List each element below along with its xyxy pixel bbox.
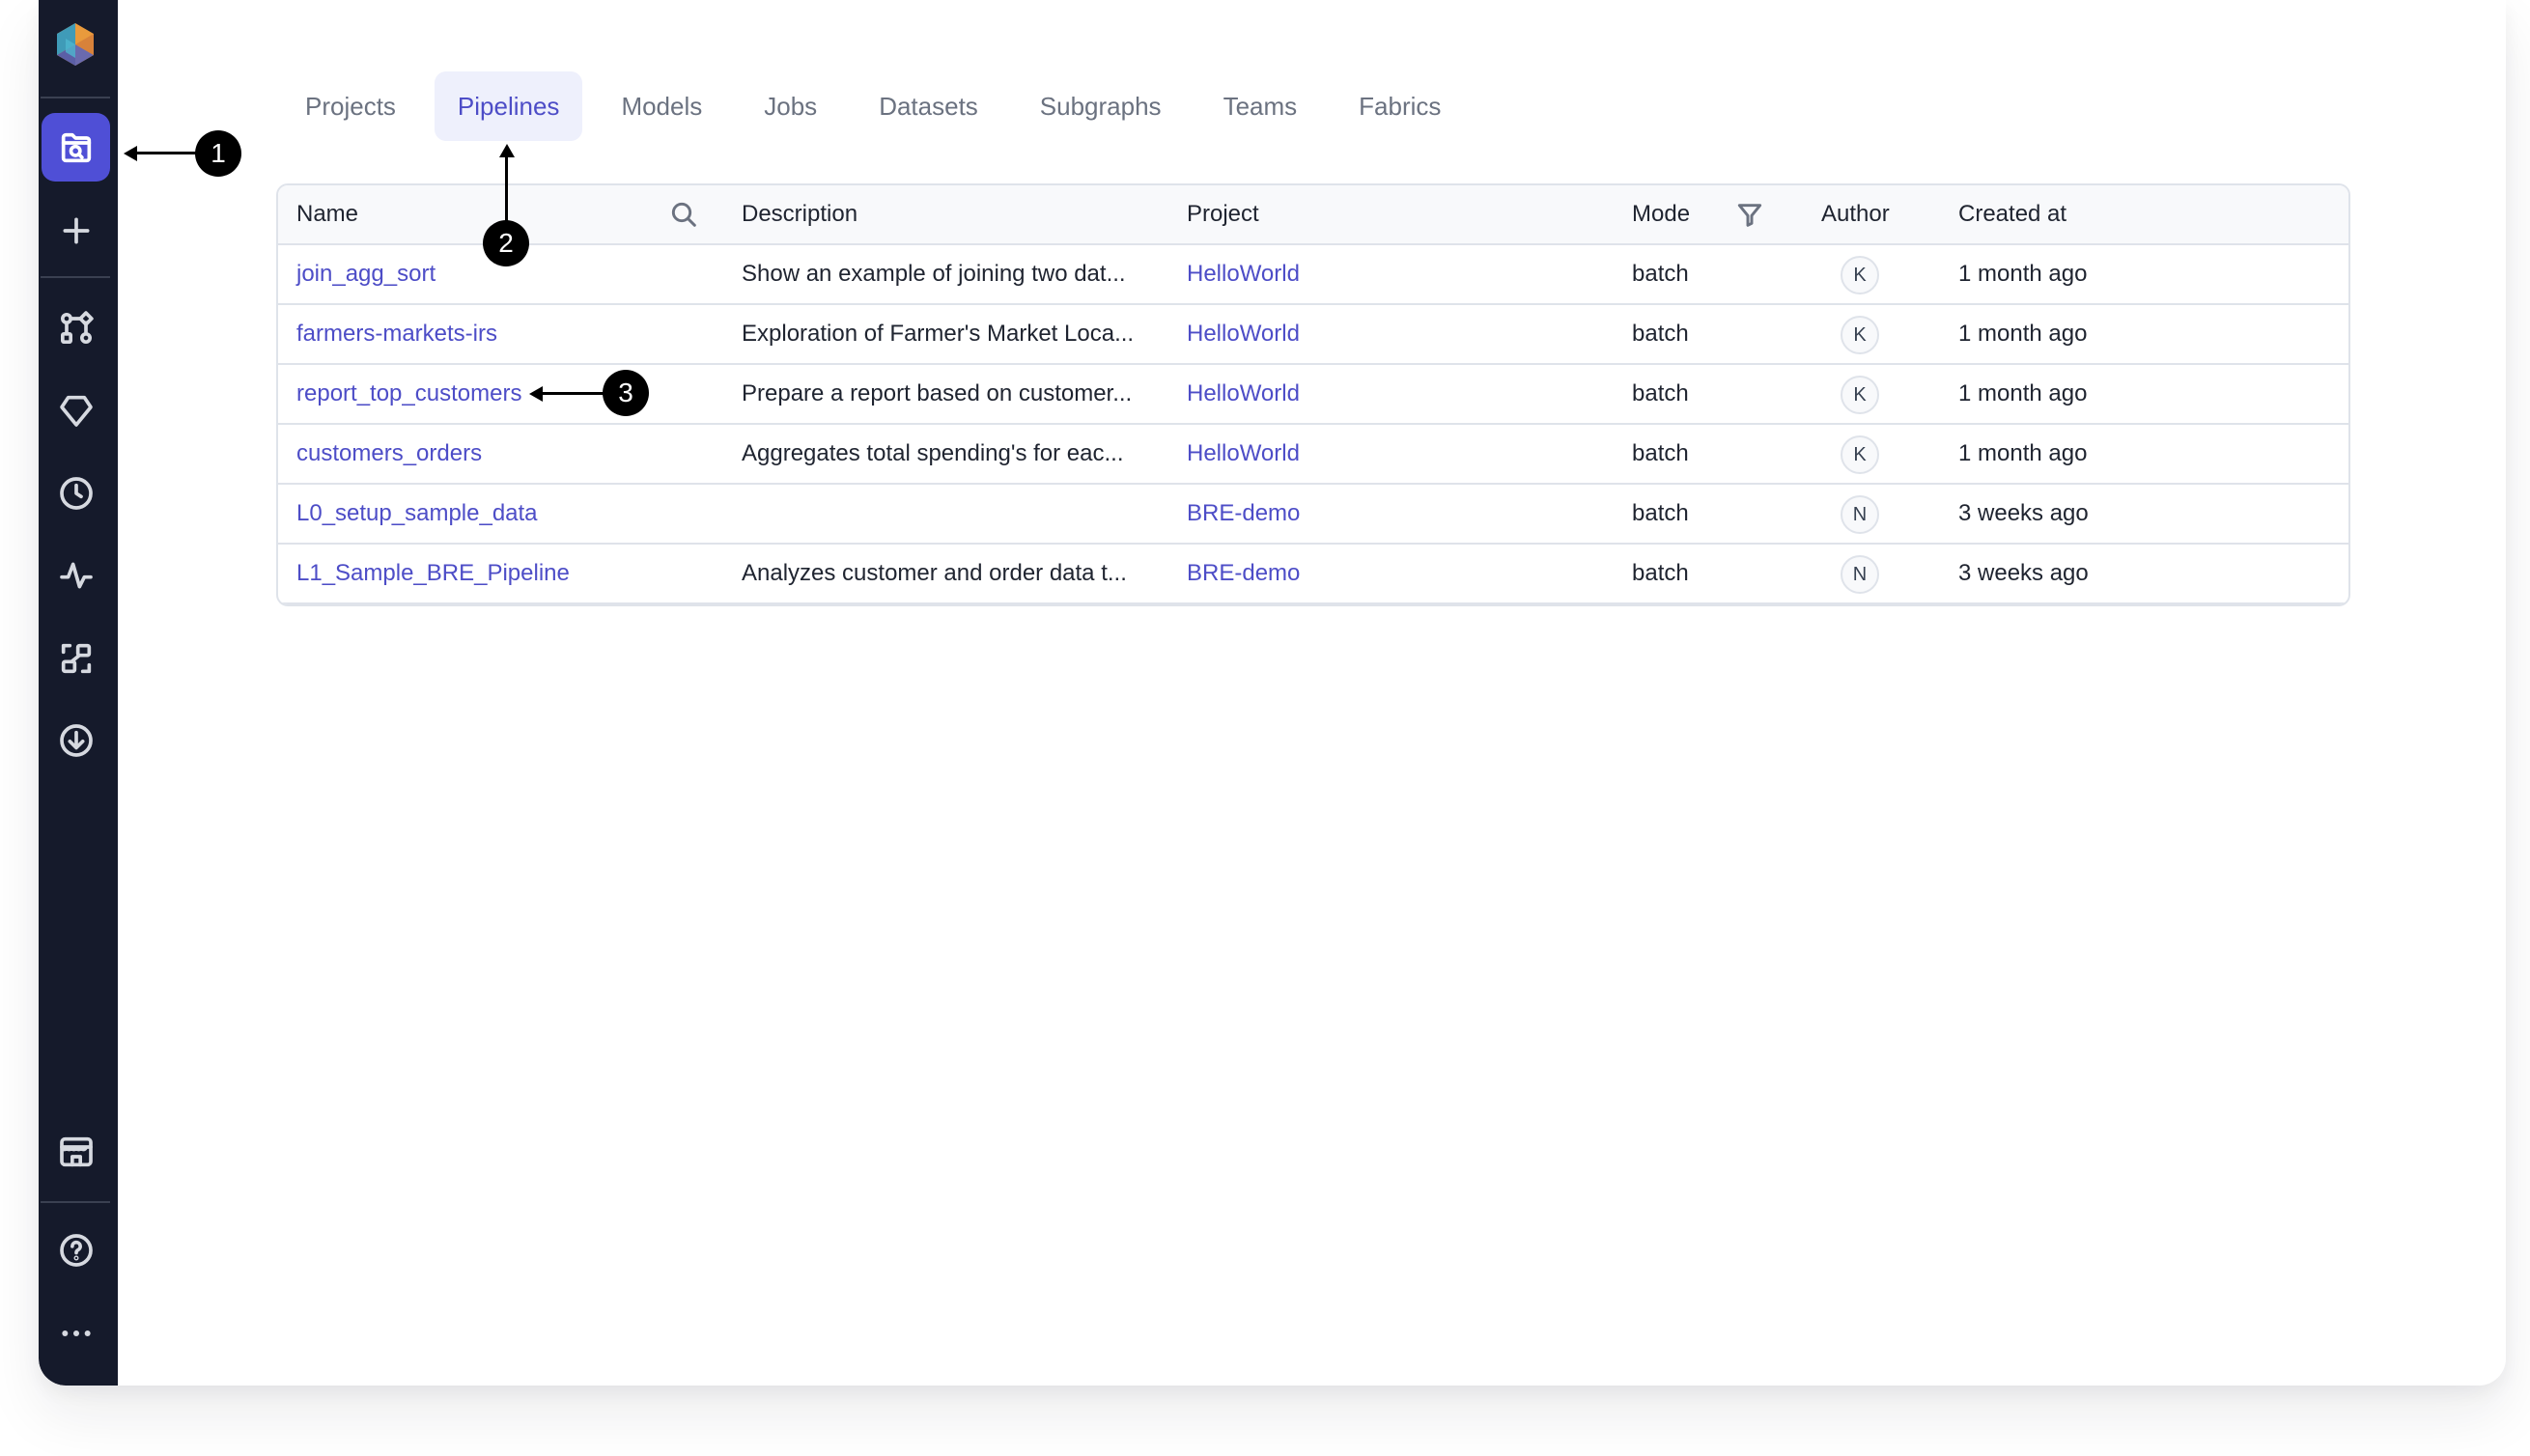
project-link[interactable]: BRE-demo (1187, 485, 1300, 543)
sidebar-item-deploy[interactable] (42, 706, 110, 774)
pipeline-name-link[interactable]: L0_setup_sample_data (296, 485, 538, 543)
sidebar-item-marketplace[interactable] (42, 1117, 110, 1186)
store-icon (59, 1136, 93, 1166)
pipeline-mode: batch (1632, 321, 1689, 347)
created-at: 1 month ago (1958, 440, 2088, 466)
download-circle-icon (59, 723, 93, 757)
author-avatar: K (1841, 316, 1879, 354)
prophecy-logo-icon (57, 23, 94, 66)
callout-badge-3: 3 (603, 370, 649, 416)
pipeline-name-link[interactable]: join_agg_sort (296, 245, 436, 303)
callout-arrowhead-1 (124, 146, 137, 161)
tab-teams[interactable]: Teams (1200, 71, 1321, 141)
pipeline-description: Show an example of joining two dat... (742, 261, 1126, 287)
pipeline-mode: batch (1632, 560, 1689, 586)
pipeline-mode: batch (1632, 261, 1689, 287)
author-avatar: K (1841, 376, 1879, 414)
sidebar-divider (41, 1201, 110, 1203)
table-row[interactable]: customers_orders Aggregates total spendin… (278, 425, 2348, 485)
table-row[interactable]: join_agg_sort Show an example of joining … (278, 245, 2348, 305)
table-row[interactable]: farmers-markets-irs Exploration of Farmer… (278, 305, 2348, 365)
sidebar-item-gems[interactable] (42, 376, 110, 444)
sidebar-item-entity-browser[interactable] (42, 113, 110, 182)
table-header: Name Description Project Mode Author Cre… (278, 185, 2348, 245)
column-header-name[interactable]: Name (296, 185, 358, 243)
graph-nodes-icon (60, 310, 94, 344)
pipeline-name-link[interactable]: L1_Sample_BRE_Pipeline (296, 545, 570, 602)
callout-arrowhead-3 (529, 386, 543, 402)
pipeline-name-link[interactable]: farmers-markets-irs (296, 305, 497, 363)
sidebar-item-lineage[interactable] (42, 624, 110, 692)
created-at: 1 month ago (1958, 380, 2088, 406)
filter-icon[interactable] (1734, 199, 1765, 230)
created-at: 1 month ago (1958, 261, 2088, 287)
callout-badge-2: 2 (483, 220, 529, 266)
sidebar-item-more[interactable] (42, 1299, 110, 1367)
tab-jobs[interactable]: Jobs (741, 71, 840, 141)
callout-arrowhead-2 (499, 144, 515, 157)
created-at: 3 weeks ago (1958, 560, 2089, 586)
lineage-icon (61, 643, 91, 673)
tab-pipelines[interactable]: Pipelines (434, 71, 583, 141)
callout-arrow-2 (505, 154, 508, 225)
author-avatar: N (1841, 495, 1879, 534)
pipeline-description: Aggregates total spending's for eac... (742, 440, 1124, 466)
sidebar-divider (41, 97, 110, 98)
tab-models[interactable]: Models (598, 71, 725, 141)
entity-tabs: Projects Pipelines Models Jobs Datasets … (282, 71, 1479, 141)
sidebar-item-help[interactable] (42, 1216, 110, 1284)
project-link[interactable]: HelloWorld (1187, 245, 1300, 303)
pipeline-description: Analyzes customer and order data t... (742, 560, 1127, 586)
plus-icon (63, 217, 89, 243)
sidebar-item-create[interactable] (42, 196, 110, 265)
sidebar-item-jobs[interactable] (42, 459, 110, 527)
column-header-mode[interactable]: Mode (1632, 185, 1690, 243)
tab-projects[interactable]: Projects (282, 71, 419, 141)
project-link[interactable]: HelloWorld (1187, 305, 1300, 363)
sidebar (39, 0, 118, 1386)
created-at: 3 weeks ago (1958, 500, 2089, 526)
pipeline-mode: batch (1632, 440, 1689, 466)
pipeline-description: Prepare a report based on customer... (742, 380, 1133, 406)
tab-fabrics[interactable]: Fabrics (1335, 71, 1464, 141)
author-avatar: K (1841, 435, 1879, 474)
diamond-icon (59, 395, 93, 427)
author-avatar: N (1841, 555, 1879, 594)
tab-datasets[interactable]: Datasets (856, 71, 1001, 141)
help-circle-icon (59, 1233, 93, 1267)
column-header-created-at[interactable]: Created at (1958, 185, 2066, 243)
clock-icon (59, 476, 93, 510)
column-header-description: Description (742, 201, 858, 227)
callout-badge-1: 1 (195, 130, 241, 177)
author-avatar: K (1841, 256, 1879, 294)
project-link[interactable]: HelloWorld (1187, 365, 1300, 423)
pipeline-mode: batch (1632, 500, 1689, 526)
sidebar-item-pipelines[interactable] (42, 294, 110, 362)
project-link[interactable]: BRE-demo (1187, 545, 1300, 602)
search-icon[interactable] (668, 199, 699, 230)
project-link[interactable]: HelloWorld (1187, 425, 1300, 483)
tab-subgraphs[interactable]: Subgraphs (1017, 71, 1185, 141)
column-header-author[interactable]: Author (1821, 185, 1890, 243)
folder-search-icon (61, 132, 91, 162)
pipeline-name-link[interactable]: customers_orders (296, 425, 482, 483)
table-row[interactable]: report_top_customers Prepare a report bas… (278, 365, 2348, 425)
pipeline-mode: batch (1632, 380, 1689, 406)
pipeline-name-link[interactable]: report_top_customers (296, 365, 521, 423)
created-at: 1 month ago (1958, 321, 2088, 347)
pipelines-table: Name Description Project Mode Author Cre… (276, 183, 2350, 606)
callout-arrow-1 (135, 152, 199, 154)
pipeline-description: Exploration of Farmer's Market Loca... (742, 321, 1135, 347)
table-row[interactable]: L1_Sample_BRE_Pipeline Analyzes customer … (278, 545, 2348, 604)
table-row[interactable]: L0_setup_sample_data BRE-demo batch N 3 week… (278, 485, 2348, 545)
pulse-icon (59, 562, 93, 588)
column-header-project[interactable]: Project (1187, 185, 1259, 243)
sidebar-item-observability[interactable] (42, 541, 110, 609)
callout-arrow-3 (541, 392, 604, 395)
sidebar-divider (41, 276, 110, 278)
more-horizontal-icon (61, 1330, 91, 1336)
